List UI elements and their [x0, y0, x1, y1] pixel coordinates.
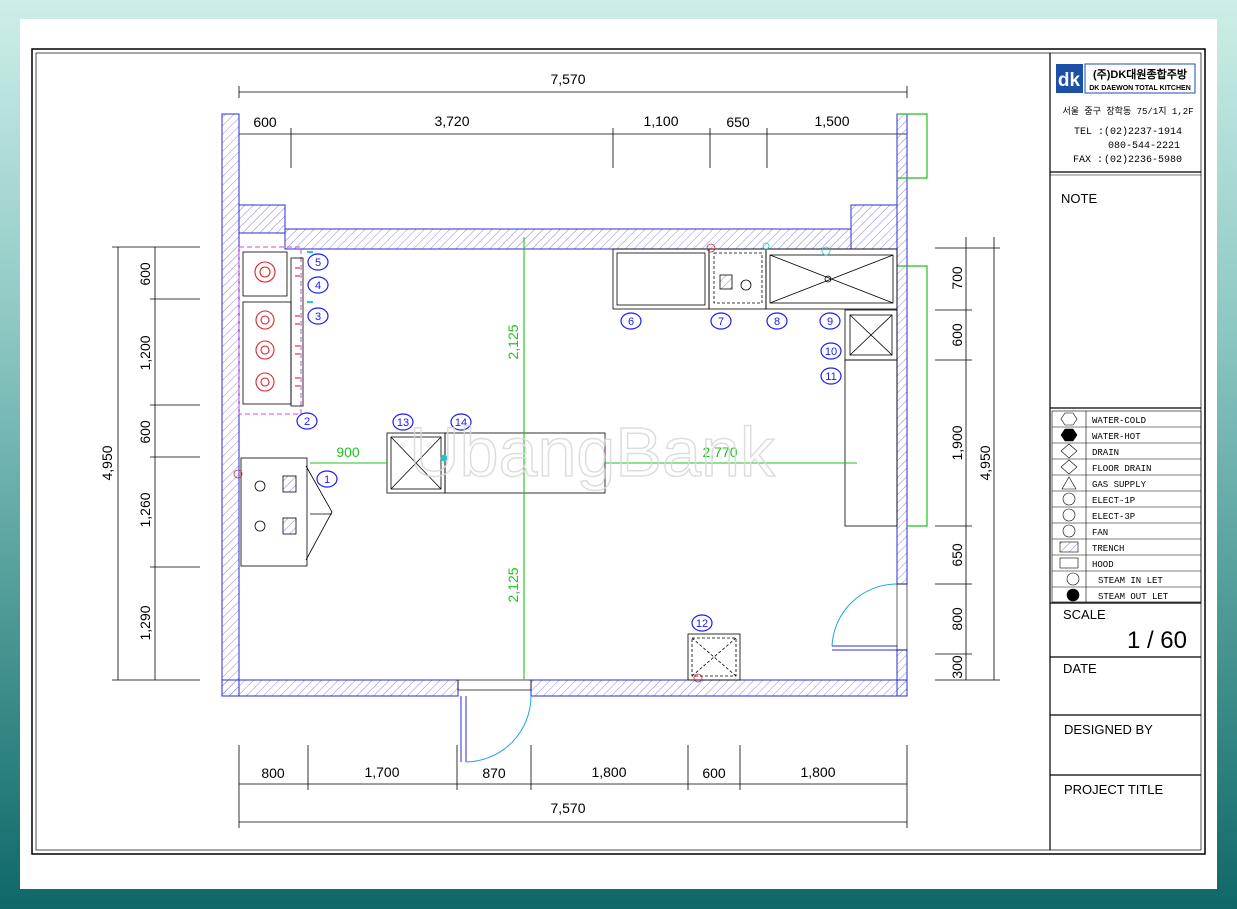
- dim-bottom-part: 800: [261, 765, 285, 781]
- dim-right-total: 4,950: [977, 445, 993, 480]
- company-address: 서울 중구 장학동 75/1지 1,2F: [1062, 106, 1193, 117]
- legend-label: FLOOR DRAIN: [1092, 464, 1151, 474]
- company-name-en: DK DAEWON TOTAL KITCHEN: [1089, 85, 1191, 92]
- legend-label: HOOD: [1092, 560, 1114, 570]
- legend-label: STEAM IN LET: [1098, 576, 1163, 586]
- range-equipment: [238, 246, 313, 415]
- dimension-top: [238, 86, 908, 230]
- legend-label: FAN: [1092, 528, 1108, 538]
- dim-bottom-part: 870: [482, 765, 506, 781]
- dim-top-part: 600: [253, 114, 277, 130]
- dim-bottom-total: 7,570: [550, 800, 585, 816]
- equipment-tag-label: 5: [315, 257, 321, 269]
- dim-left-horizontal: 900: [336, 444, 360, 460]
- floor-plan-drawing: 7,570 600 3,720 1,100 650 1,500 800 1,70…: [31, 48, 1206, 855]
- dim-right-part: 1,900: [949, 425, 965, 460]
- equipment-tag-label: 9: [827, 316, 833, 328]
- legend-label: TRENCH: [1092, 544, 1124, 554]
- dim-right-part: 600: [949, 323, 965, 347]
- fax-number: (02)2236-5980: [1104, 154, 1182, 166]
- dim-left-part: 600: [137, 262, 153, 286]
- hood-icon: [1059, 557, 1079, 569]
- designed-by-label: DESIGNED BY: [1064, 722, 1153, 737]
- dim-top-part: 3,720: [434, 113, 469, 129]
- company-name-kr: (주)DK대원종합주방: [1093, 67, 1187, 81]
- steam-outlet-icon: [1066, 588, 1080, 602]
- tel-label: TEL :: [1074, 127, 1104, 138]
- stand-unit: [687, 633, 741, 683]
- dim-top-part: 1,100: [643, 113, 678, 129]
- equipment-tag-label: 3: [315, 311, 321, 323]
- dim-upper-vertical: 2,125: [505, 324, 521, 359]
- dim-left-total: 4,950: [99, 445, 115, 480]
- equipment-tag-label: 4: [315, 280, 321, 292]
- equipment-tag-label: 11: [825, 371, 836, 383]
- walls: [221, 113, 908, 697]
- equipment-tag-label: 1: [324, 474, 330, 486]
- fax-label: FAX :: [1073, 155, 1103, 166]
- water-hot-icon: [1060, 428, 1078, 442]
- floor-drain-icon: [1060, 459, 1078, 475]
- dim-right-part: 650: [949, 543, 965, 567]
- dim-bottom-part: 1,800: [800, 764, 835, 780]
- fryer-unit: [233, 457, 333, 567]
- fan-icon: [1062, 524, 1076, 538]
- steam-inlet-icon: [1066, 572, 1080, 586]
- dim-left-part: 1,200: [137, 335, 153, 370]
- legend-label: ELECT-3P: [1092, 512, 1135, 522]
- dim-top-total: 7,570: [550, 71, 585, 87]
- scale-label: SCALE: [1063, 607, 1106, 622]
- water-cold-icon: [1060, 412, 1078, 426]
- trench-icon: [1059, 541, 1079, 553]
- equipment-tag-label: 6: [628, 316, 634, 328]
- tel-number-2: 080-544-2221: [1108, 141, 1180, 152]
- elect-1p-icon: [1062, 492, 1076, 506]
- equipment-tag-label: 10: [825, 346, 837, 358]
- dim-right-part: 300: [949, 655, 965, 679]
- project-title-label: PROJECT TITLE: [1064, 782, 1164, 797]
- dim-bottom-part: 1,700: [364, 764, 399, 780]
- legend-label: DRAIN: [1092, 448, 1119, 458]
- drain-icon: [1060, 443, 1078, 459]
- dim-bottom-part: 600: [702, 765, 726, 781]
- equipment-tag-label: 8: [774, 316, 780, 328]
- scale-value: 1 / 60: [1127, 627, 1187, 654]
- dim-lower-vertical: 2,125: [505, 567, 521, 602]
- dim-top-part: 1,500: [814, 113, 849, 129]
- title-block: dk (주)DK대원종합주방 DK DAEWON TOTAL KITCHEN 서…: [1050, 63, 1202, 797]
- equipment-tag-label: 7: [718, 316, 724, 328]
- equipment-tag-label: 13: [397, 417, 409, 429]
- gas-supply-icon: [1061, 476, 1077, 490]
- dim-top-part: 650: [726, 114, 750, 130]
- dim-right-part: 700: [949, 266, 965, 290]
- legend-label: ELECT-1P: [1092, 496, 1135, 506]
- date-label: DATE: [1063, 661, 1097, 676]
- entrance-door: [457, 679, 532, 763]
- dim-right-part: 800: [949, 607, 965, 631]
- dim-left-part: 1,260: [137, 492, 153, 527]
- elect-3p-icon: [1062, 508, 1076, 522]
- dim-bottom-part: 1,800: [591, 764, 626, 780]
- note-label: NOTE: [1061, 191, 1097, 206]
- watermark: UbangBank: [409, 413, 776, 491]
- legend-label: GAS SUPPLY: [1092, 480, 1147, 490]
- right-counter: [844, 309, 898, 527]
- side-door: [831, 583, 908, 651]
- top-counter: [612, 242, 898, 310]
- logo-text: dk: [1058, 70, 1081, 91]
- tel-number-1: (02)2237-1914: [1104, 126, 1182, 138]
- dim-left-part: 600: [137, 420, 153, 444]
- legend-label: STEAM OUT LET: [1098, 592, 1169, 602]
- equipment-tag-label: 12: [696, 618, 708, 630]
- dim-left-part: 1,290: [137, 605, 153, 640]
- drawing-sheet: 7,570 600 3,720 1,100 650 1,500 800 1,70…: [20, 19, 1217, 889]
- legend-label: WATER-HOT: [1092, 432, 1141, 442]
- legend-label: WATER-COLD: [1092, 416, 1146, 426]
- equipment-tag-label: 2: [304, 416, 310, 428]
- dimension-left: [112, 246, 200, 681]
